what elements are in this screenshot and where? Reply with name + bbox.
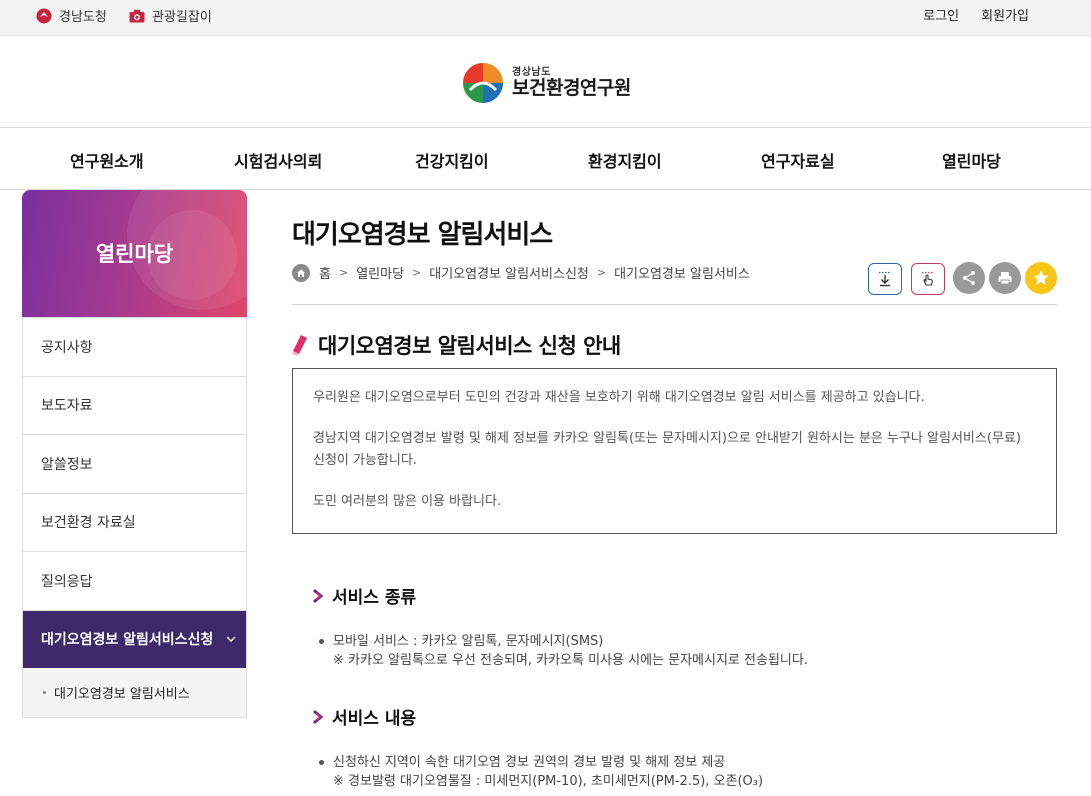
home-icon[interactable] (292, 263, 310, 282)
service-content-title: 서비스 내용 (332, 709, 417, 729)
notice-paragraph: 경남지역 대기오염경보 발령 및 해제 정보를 카카오 알림톡(또는 문자메시지… (313, 431, 1021, 468)
download-button[interactable] (868, 263, 902, 295)
login-link[interactable]: 로그인 (923, 5, 959, 24)
favorite-button[interactable] (1025, 262, 1057, 294)
sidebar-subitem-air-alert-service[interactable]: 대기오염경보 알림서비스 (23, 668, 246, 717)
service-content-heading: 서비스 내용 (313, 704, 416, 729)
star-icon (1033, 270, 1049, 285)
camera-icon (129, 9, 145, 22)
sidebar-item-label: 보건환경 자료실 (41, 515, 136, 532)
breadcrumb-open-forum[interactable]: 열린마당 (356, 263, 404, 282)
service-type-line1: 모바일 서비스 : 카카오 알림톡, 문자메시지(SMS) (333, 634, 604, 649)
section-title-text: 대기오염경보 알림서비스 신청 안내 (318, 334, 621, 358)
service-type-title: 서비스 종류 (332, 588, 417, 608)
nav-item-health[interactable]: 건강지킴이 (415, 148, 489, 172)
breadcrumb-separator-icon: > (412, 266, 422, 279)
signup-link[interactable]: 회원가입 (981, 5, 1029, 24)
notice-paragraph: 우리원은 대기오염으로부터 도민의 건강과 재산을 보호하기 위해 대기오염경보… (313, 390, 925, 405)
print-button[interactable] (989, 262, 1021, 294)
bullet-dot (319, 639, 324, 644)
sidebar-item-air-alert[interactable]: 대기오염경보 알림서비스신청 (23, 609, 246, 668)
touch-guide-button[interactable] (911, 263, 945, 295)
sidebar-item-press[interactable]: 보도자료 (23, 375, 246, 435)
logo-name: 보건환경연구원 (512, 77, 631, 100)
sidebar-item-label: 알쓸정보 (41, 456, 93, 473)
service-type-heading: 서비스 종류 (313, 583, 416, 608)
sidebar-header: 열린마당 (22, 190, 247, 318)
sidebar-item-info[interactable]: 알쓸정보 (23, 434, 246, 493)
breadcrumb-current: 대기오염경보 알림서비스 (614, 267, 750, 282)
gyeongnam-emblem-icon (36, 8, 52, 23)
page-title: 대기오염경보 알림서비스 (292, 220, 553, 250)
breadcrumb: 홈 > 열린마당 > 대기오염경보 알림서비스신청 > 대기오염경보 알림서비스 (292, 263, 750, 282)
sidebar-item-label: 질의응답 (41, 573, 93, 590)
share-button[interactable] (953, 262, 985, 294)
chevron-right-icon (313, 710, 324, 723)
download-icon (879, 271, 891, 287)
bullet-dot (43, 691, 46, 694)
sidebar-item-label: 대기오염경보 알림서비스신청 (41, 632, 214, 649)
institute-logo-icon (463, 63, 503, 103)
chevron-down-icon (226, 636, 236, 643)
service-content-line2: ※ 경보발령 대기오염물질 : 미세먼지(PM-10), 초미세먼지(PM-2.… (333, 774, 764, 789)
sidebar-subitem-label: 대기오염경보 알림서비스 (54, 687, 190, 702)
sidebar-menu: 공지사항 보도자료 알쓸정보 보건환경 자료실 질의응답 대기오염경보 알림서비… (22, 317, 247, 718)
section-title: 대기오염경보 알림서비스 신청 안내 (292, 330, 621, 360)
share-icon (963, 271, 975, 285)
bullet-dot (319, 760, 324, 765)
gyeongnam-link-label: 경남도청 (59, 10, 107, 25)
nav-item-environment[interactable]: 환경지킴이 (588, 148, 662, 172)
chevron-right-icon (313, 589, 324, 602)
sidebar-item-label: 보도자료 (41, 398, 93, 415)
top-utility-bar: 경남도청 관광길잡이 로그인 회원가입 (0, 0, 1091, 36)
tour-guide-link[interactable]: 관광길잡이 (129, 6, 212, 25)
service-content-line1: 신청하신 지역이 속한 대기오염 경보 권역의 경보 발령 및 해제 정보 제공 (333, 755, 726, 770)
service-type-line2: ※ 카카오 알림톡으로 우선 전송되며, 카카오톡 미사용 시에는 문자메시지로… (333, 653, 808, 668)
pointer-hand-icon (922, 271, 934, 286)
main-navigation: 연구원소개 시험검사의뢰 건강지킴이 환경지킴이 연구자료실 열린마당 (0, 127, 1091, 190)
pencil-mark-icon (292, 335, 307, 356)
sidebar-item-archive[interactable]: 보건환경 자료실 (23, 492, 246, 552)
notice-paragraph: 도민 여러분의 많은 이용 바랍니다. (313, 494, 502, 509)
gyeongnam-link[interactable]: 경남도청 (36, 6, 107, 25)
printer-icon (998, 272, 1012, 285)
nav-item-test-request[interactable]: 시험검사의뢰 (234, 148, 322, 172)
notice-box: 우리원은 대기오염으로부터 도민의 건강과 재산을 보호하기 위해 대기오염경보… (292, 368, 1057, 534)
breadcrumb-home[interactable]: 홈 (319, 263, 331, 282)
tour-guide-link-label: 관광길잡이 (152, 10, 212, 25)
sidebar-item-label: 공지사항 (41, 339, 93, 356)
content-divider (292, 304, 1057, 305)
nav-item-research[interactable]: 연구자료실 (761, 148, 835, 172)
site-logo[interactable]: 경상남도 보건환경연구원 (462, 62, 631, 104)
service-type-item: 모바일 서비스 : 카카오 알림톡, 문자메시지(SMS) ※ 카카오 알림톡으… (319, 632, 808, 670)
sidebar-title: 열린마당 (95, 242, 174, 266)
nav-item-about[interactable]: 연구원소개 (70, 148, 144, 172)
nav-item-open-forum[interactable]: 열린마당 (942, 148, 1001, 172)
breadcrumb-separator-icon: > (596, 266, 607, 279)
breadcrumb-air-alert-apply[interactable]: 대기오염경보 알림서비스신청 (429, 263, 589, 282)
breadcrumb-separator-icon: > (338, 266, 349, 279)
service-content-item: 신청하신 지역이 속한 대기오염 경보 권역의 경보 발령 및 해제 정보 제공… (319, 753, 763, 791)
sidebar-item-qna[interactable]: 질의응답 (23, 551, 246, 610)
sidebar-item-notice[interactable]: 공지사항 (23, 317, 246, 376)
